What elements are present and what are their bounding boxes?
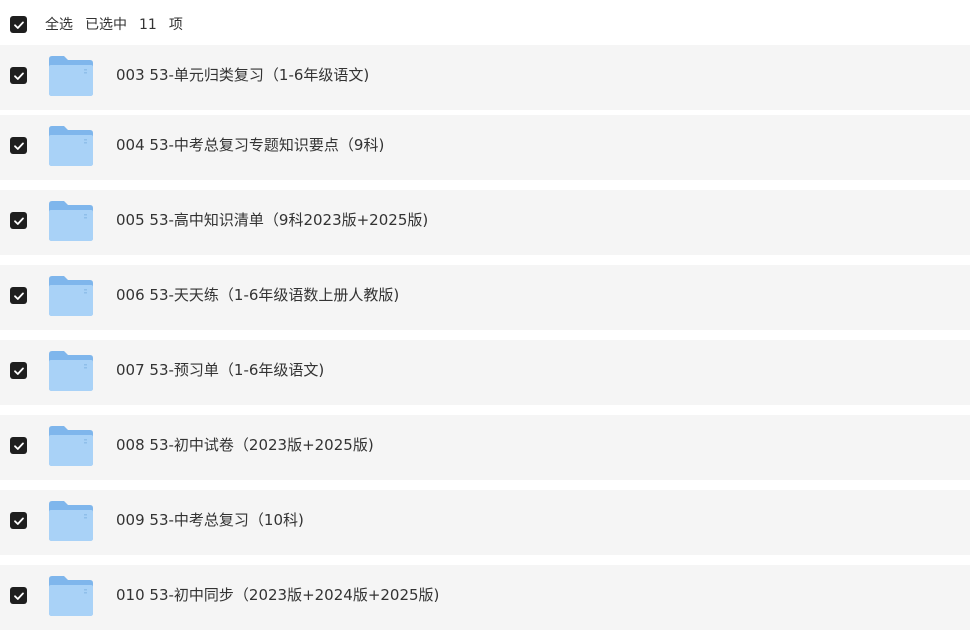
selected-suffix: 项 <box>168 17 183 33</box>
folder-icon <box>48 350 94 392</box>
selected-count: 11 <box>139 17 157 33</box>
item-name[interactable]: 004 53-中考总复习专题知识要点（9科) <box>116 135 384 155</box>
folder-icon <box>48 425 94 467</box>
item-name[interactable]: 006 53-天天练（1-6年级语数上册人教版) <box>116 285 399 305</box>
select-all-checkbox[interactable] <box>10 16 27 33</box>
list-item[interactable]: 009 53-中考总复习（10科) <box>0 490 970 555</box>
check-icon <box>13 72 24 80</box>
check-icon <box>13 21 24 29</box>
item-checkbox[interactable] <box>10 137 27 154</box>
item-checkbox[interactable] <box>10 67 27 84</box>
check-icon <box>13 442 24 450</box>
item-name[interactable]: 008 53-初中试卷（2023版+2025版) <box>116 435 374 455</box>
selected-prefix: 已选中 <box>85 17 127 33</box>
list-item[interactable]: 008 53-初中试卷（2023版+2025版) <box>0 415 970 480</box>
list-item[interactable]: 007 53-预习单（1-6年级语文) <box>0 340 970 405</box>
select-all-label[interactable]: 全选 <box>45 17 73 33</box>
list-item[interactable]: 005 53-高中知识清单（9科2023版+2025版) <box>0 190 970 255</box>
list-item[interactable]: 006 53-天天练（1-6年级语数上册人教版) <box>0 265 970 330</box>
list-item[interactable]: 010 53-初中同步（2023版+2024版+2025版) <box>0 565 970 630</box>
item-name[interactable]: 003 53-单元归类复习（1-6年级语文) <box>116 65 369 85</box>
folder-icon <box>48 55 94 97</box>
item-checkbox[interactable] <box>10 287 27 304</box>
item-name[interactable]: 007 53-预习单（1-6年级语文) <box>116 360 324 380</box>
check-icon <box>13 367 24 375</box>
item-checkbox[interactable] <box>10 212 27 229</box>
item-checkbox[interactable] <box>10 362 27 379</box>
list-item[interactable]: 003 53-单元归类复习（1-6年级语文) <box>0 45 970 110</box>
item-name[interactable]: 009 53-中考总复习（10科) <box>116 510 304 530</box>
folder-icon <box>48 575 94 617</box>
folder-icon <box>48 125 94 167</box>
item-checkbox[interactable] <box>10 437 27 454</box>
list-item[interactable]: 004 53-中考总复习专题知识要点（9科) <box>0 115 970 180</box>
check-icon <box>13 142 24 150</box>
folder-icon <box>48 200 94 242</box>
check-icon <box>13 292 24 300</box>
selection-summary: 全选 已选中 11 项 <box>45 15 195 35</box>
item-checkbox[interactable] <box>10 587 27 604</box>
item-name[interactable]: 005 53-高中知识清单（9科2023版+2025版) <box>116 210 428 230</box>
folder-icon <box>48 275 94 317</box>
folder-icon <box>48 500 94 542</box>
item-checkbox[interactable] <box>10 512 27 529</box>
check-icon <box>13 592 24 600</box>
check-icon <box>13 517 24 525</box>
check-icon <box>13 217 24 225</box>
item-name[interactable]: 010 53-初中同步（2023版+2024版+2025版) <box>116 585 439 605</box>
selection-header: 全选 已选中 11 项 <box>0 0 970 46</box>
